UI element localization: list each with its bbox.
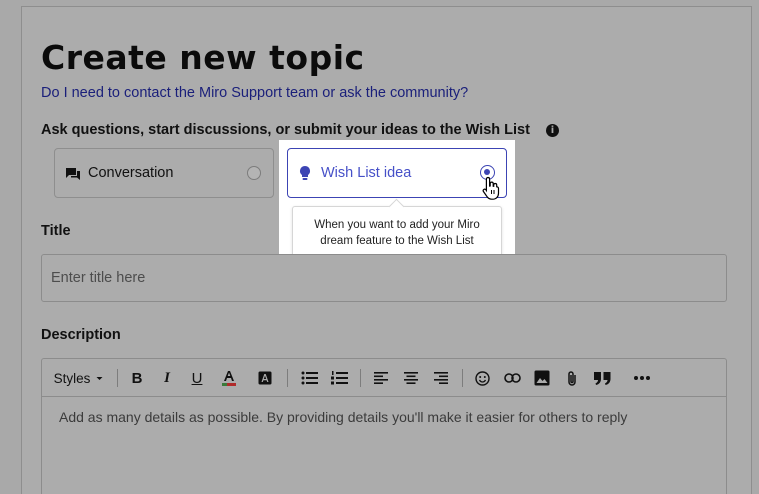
lightbulb-icon	[299, 165, 311, 186]
quote-icon[interactable]	[593, 369, 611, 387]
emoji-icon[interactable]	[473, 369, 491, 387]
editor-toolbar: Styles B I U	[42, 359, 726, 397]
tooltip-line-2: dream feature to the Wish List	[320, 235, 474, 247]
highlight-icon[interactable]	[256, 369, 274, 387]
text-color-icon[interactable]	[220, 369, 238, 387]
toolbar-divider	[287, 369, 288, 387]
title-label: Title	[41, 223, 71, 239]
align-right-icon[interactable]	[432, 369, 450, 387]
description-label: Description	[41, 327, 121, 343]
wish-list-tooltip: When you want to add your Miro dream fea…	[292, 206, 502, 258]
support-help-link[interactable]: Do I need to contact the Miro Support te…	[41, 85, 468, 101]
title-input[interactable]	[41, 254, 727, 302]
tooltip-line-1: When you want to add your Miro	[314, 219, 480, 231]
bullet-list-icon[interactable]	[300, 369, 318, 387]
toolbar-divider	[462, 369, 463, 387]
styles-label: Styles	[53, 370, 91, 386]
hand-pointer-cursor-icon	[482, 176, 500, 205]
description-placeholder: Add as many details as possible. By prov…	[59, 409, 628, 425]
numbered-list-icon[interactable]	[330, 369, 348, 387]
image-icon[interactable]	[533, 369, 551, 387]
conversation-radio[interactable]	[247, 166, 261, 180]
topic-type-prompt: Ask questions, start discussions, or sub…	[41, 122, 530, 138]
conversation-option[interactable]: Conversation	[54, 148, 274, 198]
chat-bubble-icon	[65, 167, 81, 186]
wish-list-label: Wish List idea	[321, 165, 412, 181]
styles-dropdown[interactable]: Styles	[52, 369, 106, 387]
bold-icon[interactable]: B	[128, 369, 146, 387]
conversation-label: Conversation	[88, 165, 174, 181]
description-editor[interactable]: Styles B I U Add as many details as poss…	[41, 358, 727, 494]
more-options-icon[interactable]	[633, 369, 651, 387]
underline-icon[interactable]: U	[188, 369, 206, 387]
italic-icon[interactable]: I	[158, 369, 176, 387]
toolbar-divider	[360, 369, 361, 387]
align-center-icon[interactable]	[402, 369, 420, 387]
info-icon[interactable]: i	[546, 124, 559, 137]
attachment-icon[interactable]	[563, 369, 581, 387]
page-title: Create new topic	[41, 38, 365, 77]
align-left-icon[interactable]	[372, 369, 390, 387]
wish-list-option[interactable]: Wish List idea	[287, 148, 507, 198]
link-icon[interactable]	[503, 369, 521, 387]
chevron-down-icon	[96, 376, 103, 380]
toolbar-divider	[117, 369, 118, 387]
